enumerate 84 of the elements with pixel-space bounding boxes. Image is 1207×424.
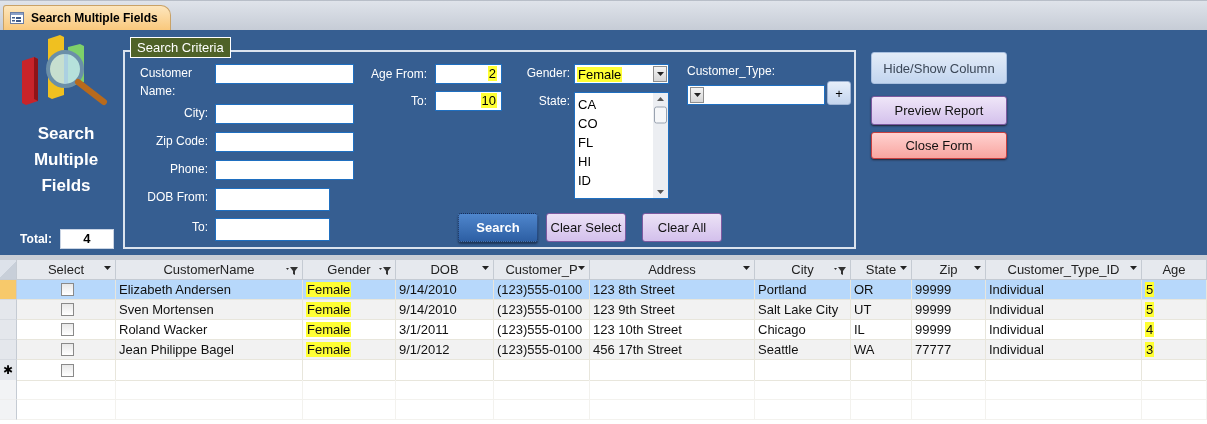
table-cell: (123)555-0100 [494, 300, 590, 320]
field-label: Customer Name: [140, 65, 193, 100]
checkbox[interactable] [61, 363, 74, 377]
checkbox[interactable] [61, 323, 74, 336]
table-cell: Female [303, 300, 396, 320]
list-item[interactable]: CA [578, 95, 653, 114]
dropdown-arrow-icon [900, 266, 907, 270]
table-cell: WA [851, 340, 912, 360]
dropdown-arrow-icon [1130, 266, 1137, 270]
dropdown-arrow-icon [693, 93, 701, 97]
list-item[interactable]: ID [578, 171, 653, 190]
filter-icon [834, 266, 846, 275]
table-cell: 123 9th Street [590, 300, 755, 320]
dropdown-arrow-icon [104, 266, 111, 270]
table-cell: 99999 [912, 300, 986, 320]
table-cell [1142, 360, 1207, 381]
field-label: State: [537, 93, 570, 110]
dropdown-arrow-icon [578, 266, 585, 270]
field-label: Gender: [525, 65, 570, 82]
field-label: DOB From: [146, 189, 208, 206]
table-cell: Jean Philippe Bagel [116, 340, 303, 360]
new-record-marker: ✱ [0, 360, 17, 381]
table-cell: Salt Lake City [755, 300, 851, 320]
close-button[interactable]: Close Form [871, 132, 1007, 159]
clear-all-button[interactable]: Clear All [642, 213, 722, 242]
input-field[interactable]: 10 [435, 91, 502, 111]
table-cell: Individual [986, 340, 1142, 360]
hide-show-button[interactable]: Hide/Show Column [871, 52, 1007, 84]
table-cell: UT [851, 300, 912, 320]
add-button[interactable]: + [827, 81, 851, 105]
preview-button[interactable]: Preview Report [871, 96, 1007, 125]
table-cell: 9/14/2010 [396, 300, 494, 320]
checkbox[interactable] [61, 343, 74, 356]
field-label: To: [191, 219, 208, 236]
filter-icon [379, 266, 391, 275]
input-field[interactable]: 2 [435, 64, 502, 84]
table-cell: 9/1/2012 [396, 340, 494, 360]
table-cell: Individual [986, 300, 1142, 320]
search-button[interactable]: Search [458, 213, 538, 242]
table-cell: 5 [1142, 300, 1207, 320]
input-field[interactable] [215, 64, 354, 84]
list-item[interactable]: HI [578, 152, 653, 171]
table-cell: Sven Mortensen [116, 300, 303, 320]
table-cell: (123)555-0100 [494, 340, 590, 360]
clear-select-button[interactable]: Clear Select [546, 213, 626, 242]
list-item[interactable]: CO [578, 114, 653, 133]
state-list[interactable]: CA CO FL HI ID [574, 92, 669, 199]
criteria-legend: Search Criteria [130, 37, 231, 58]
input-field[interactable] [215, 160, 354, 180]
form-icon [10, 12, 24, 24]
table-cell [1142, 380, 1207, 400]
input-field[interactable] [215, 218, 330, 241]
dropdown-arrow-icon [482, 266, 489, 270]
field-label: Customer_Type: [687, 64, 777, 78]
total-field: 4 [59, 229, 114, 249]
field-label: Zip Code: [154, 133, 208, 150]
table-cell: Seattle [755, 340, 851, 360]
checkbox[interactable] [61, 303, 74, 316]
form-title: Search Multiple Fields [32, 123, 100, 197]
gender-dropdown[interactable]: Female [574, 64, 669, 84]
dropdown-arrow-icon [743, 266, 750, 270]
record-selector [0, 400, 17, 420]
total-label: Total: [20, 232, 52, 246]
table-cell: 456 17th Street [590, 340, 755, 360]
type-dropdown[interactable] [687, 85, 825, 105]
field-label: City: [183, 105, 208, 122]
list-item[interactable]: FL [578, 133, 653, 152]
input-field[interactable] [215, 104, 354, 124]
table-cell: 3 [1142, 340, 1207, 360]
input-field[interactable] [215, 188, 330, 211]
field-label: Phone: [168, 161, 208, 178]
document-tab[interactable]: Search Multiple Fields [3, 5, 171, 30]
checkbox[interactable] [61, 283, 74, 296]
field-label: To: [410, 94, 427, 108]
dropdown-arrow-icon [974, 266, 981, 270]
record-selector [0, 380, 17, 400]
table-cell [851, 360, 912, 381]
dropdown-arrow-icon [656, 72, 664, 76]
table-cell: Female [303, 340, 396, 360]
input-field[interactable] [215, 132, 354, 152]
table-cell: 77777 [912, 340, 986, 360]
table-cell [851, 380, 912, 400]
field-label: Age From: [370, 67, 427, 81]
filter-icon [286, 266, 298, 275]
